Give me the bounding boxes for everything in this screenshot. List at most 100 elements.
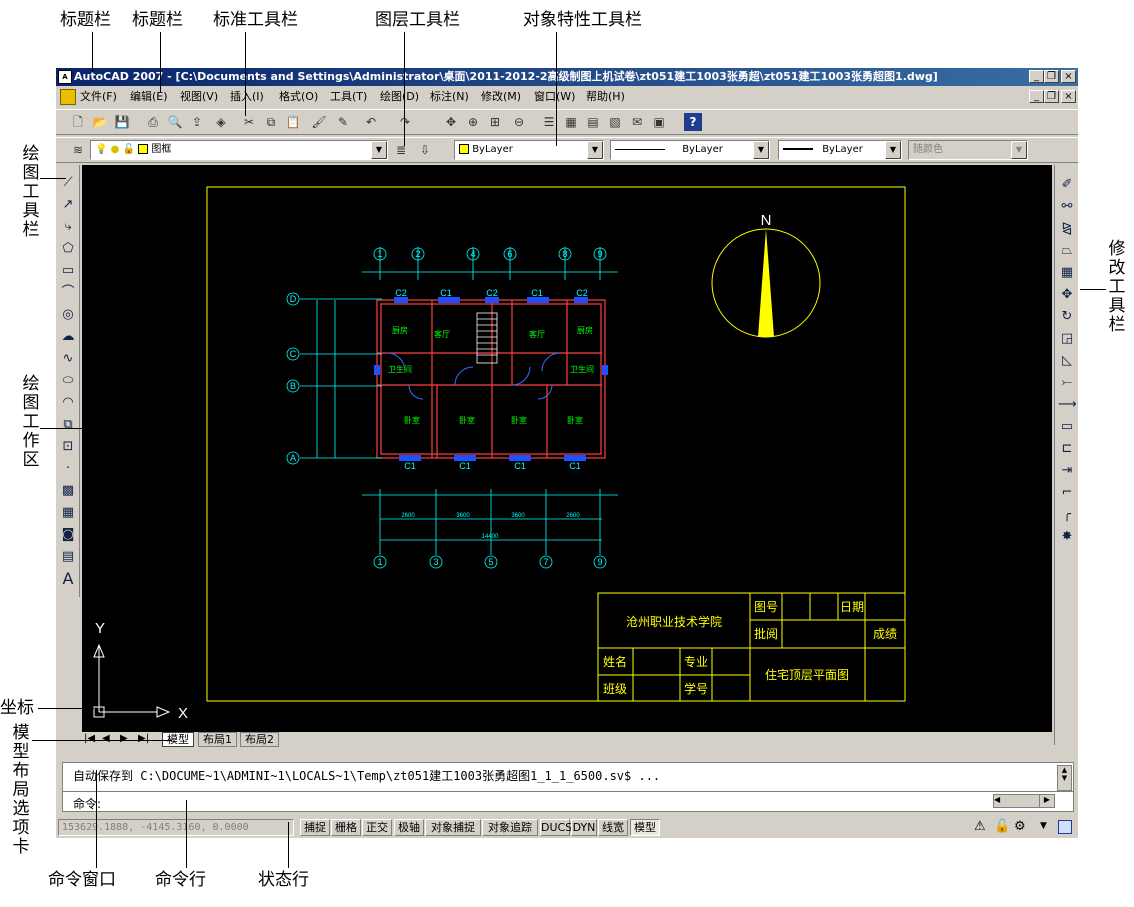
ducs-toggle[interactable]: DUCS	[540, 819, 572, 836]
design-center-icon[interactable]: ▦	[562, 113, 580, 131]
tab-layout1[interactable]: 布局1	[198, 732, 237, 747]
drawing-area[interactable]: N C2 C1 C2 C1 C2 C1 C1 C1 C1 厨房 客厅 客厅 厨房…	[82, 165, 1052, 732]
linetype-dropdown[interactable]: ByLayer ▼	[610, 140, 770, 160]
arc-icon[interactable]: ⌒	[59, 283, 77, 303]
explode-icon[interactable]: ✸	[1058, 527, 1076, 547]
chevron-down-icon[interactable]: ▼	[885, 141, 901, 159]
snap-toggle[interactable]: 捕捉	[300, 819, 330, 836]
redo-icon[interactable]: ↷	[396, 113, 414, 131]
trim-icon[interactable]: ⤚	[1058, 373, 1076, 393]
scale-icon[interactable]: ◲	[1058, 329, 1076, 349]
menu-window[interactable]: 窗口(W)	[534, 87, 575, 107]
point-icon[interactable]: ·	[59, 459, 77, 479]
tab-nav-first-icon[interactable]: |◀	[84, 733, 95, 744]
command-scrollbar[interactable]: ▲ ▼	[1057, 765, 1072, 791]
toolbar-lock-icon[interactable]: 🔓	[994, 819, 1010, 834]
paste-icon[interactable]: 📋	[284, 113, 302, 131]
move-icon[interactable]: ✥	[1058, 285, 1076, 305]
model-toggle[interactable]: 模型	[630, 819, 660, 836]
insert-block-icon[interactable]: ⧉	[59, 415, 77, 435]
chevron-down-icon[interactable]: ▼	[1011, 141, 1027, 159]
tab-nav-last-icon[interactable]: ▶|	[138, 733, 149, 744]
tab-nav-next-icon[interactable]: ▶	[120, 733, 128, 744]
open-icon[interactable]: 📂	[91, 113, 109, 131]
menu-file[interactable]: 文件(F)	[80, 87, 117, 107]
publish-icon[interactable]: ⇪	[188, 113, 206, 131]
doc-restore-button[interactable]: ❐	[1044, 90, 1059, 103]
make-block-icon[interactable]: ⊡	[59, 437, 77, 457]
lineweight-dropdown[interactable]: ByLayer ▼	[778, 140, 902, 160]
plotstyle-dropdown[interactable]: 随颜色 ▼	[908, 140, 1028, 160]
chevron-down-icon[interactable]: ▼	[753, 141, 769, 159]
menu-format[interactable]: 格式(O)	[279, 87, 318, 107]
dyn-toggle[interactable]: DYN	[571, 819, 597, 836]
erase-icon[interactable]: ✐	[1058, 175, 1076, 195]
menu-view[interactable]: 视图(V)	[180, 87, 218, 107]
doc-close-button[interactable]: ×	[1061, 90, 1076, 103]
save-icon[interactable]: 💾	[113, 113, 131, 131]
extend-icon[interactable]: ⟶	[1058, 395, 1077, 415]
new-icon[interactable]: 🗋	[69, 113, 87, 131]
revision-cloud-icon[interactable]: ☁	[59, 327, 77, 347]
tool-palettes-icon[interactable]: ▤	[584, 113, 602, 131]
polar-toggle[interactable]: 极轴	[394, 819, 424, 836]
rectangle-icon[interactable]: ▭	[59, 261, 77, 281]
tray-settings-icon[interactable]: ⚙	[1014, 819, 1026, 834]
zoom-previous-icon[interactable]: ⊖	[510, 113, 528, 131]
plot-preview-icon[interactable]: 🔍	[166, 113, 184, 131]
tab-layout2[interactable]: 布局2	[240, 732, 279, 747]
grid-toggle[interactable]: 栅格	[331, 819, 361, 836]
table-icon[interactable]: ▤	[59, 547, 77, 567]
restore-button[interactable]: ❐	[1044, 70, 1059, 83]
lineweight-toggle[interactable]: 线宽	[598, 819, 628, 836]
offset-icon[interactable]: ⏢	[1058, 241, 1076, 261]
command-window[interactable]: 自动保存到 C:\DOCUME~1\ADMINI~1\LOCALS~1\Temp…	[62, 762, 1074, 812]
layer-dropdown[interactable]: 💡 ● 🔓 图框 ▼	[90, 140, 388, 160]
otrack-toggle[interactable]: 对象追踪	[482, 819, 538, 836]
menu-draw[interactable]: 绘图(D)	[380, 87, 419, 107]
chevron-down-icon[interactable]: ▼	[371, 141, 387, 159]
3d-dwf-icon[interactable]: ◈	[212, 113, 230, 131]
menu-insert[interactable]: 插入(I)	[230, 87, 264, 107]
chevron-down-icon[interactable]: ▼	[587, 141, 603, 159]
tab-nav-prev-icon[interactable]: ◀	[102, 733, 110, 744]
undo-icon[interactable]: ↶	[362, 113, 380, 131]
match-properties-icon[interactable]: 🖌	[310, 113, 328, 131]
calculator-icon[interactable]: ▣	[650, 113, 668, 131]
line-icon[interactable]: ⟋	[59, 173, 77, 193]
spline-icon[interactable]: ∿	[59, 349, 77, 369]
fillet-icon[interactable]: ╭	[1058, 505, 1076, 525]
color-dropdown[interactable]: ByLayer ▼	[454, 140, 604, 160]
help-icon[interactable]: ?	[684, 113, 702, 131]
circle-icon[interactable]: ◎	[59, 305, 77, 325]
communication-center-icon[interactable]: ⚠	[974, 819, 986, 834]
block-editor-icon[interactable]: ✎	[334, 113, 352, 131]
close-button[interactable]: ×	[1061, 70, 1076, 83]
ellipse-icon[interactable]: ⬭	[59, 371, 77, 391]
break-at-point-icon[interactable]: ▭	[1058, 417, 1076, 437]
layer-manager-icon[interactable]: ≋	[69, 141, 87, 159]
stretch-icon[interactable]: ◺	[1058, 351, 1076, 371]
document-icon[interactable]	[60, 89, 76, 105]
gradient-icon[interactable]: ▦	[59, 503, 77, 523]
markup-icon[interactable]: ✉	[628, 113, 646, 131]
copy-object-icon[interactable]: ⚯	[1058, 197, 1076, 217]
minimize-button[interactable]: _	[1029, 70, 1044, 83]
clean-screen-icon[interactable]	[1058, 820, 1072, 834]
layer-previous-icon[interactable]: ⇩	[416, 141, 434, 159]
polygon-icon[interactable]: ⬠	[59, 239, 77, 259]
hscroll-right-icon[interactable]: ▶	[1039, 794, 1055, 808]
region-icon[interactable]: ◙	[59, 525, 77, 545]
copy-icon[interactable]: ⧉	[262, 113, 280, 131]
rotate-icon[interactable]: ↻	[1058, 307, 1076, 327]
polyline-icon[interactable]: ⤷	[59, 217, 77, 237]
plot-icon[interactable]: ⎙	[144, 113, 162, 131]
sheet-set-icon[interactable]: ▧	[606, 113, 624, 131]
doc-minimize-button[interactable]: _	[1029, 90, 1044, 103]
join-icon[interactable]: ⇥	[1058, 461, 1076, 481]
menu-help[interactable]: 帮助(H)	[586, 87, 625, 107]
zoom-window-icon[interactable]: ⊞	[486, 113, 504, 131]
zoom-realtime-icon[interactable]: ⊕	[464, 113, 482, 131]
ellipse-arc-icon[interactable]: ◠	[59, 393, 77, 413]
hatch-icon[interactable]: ▩	[59, 481, 77, 501]
